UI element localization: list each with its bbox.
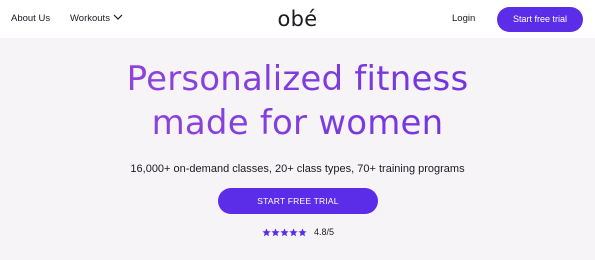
star-icon — [280, 228, 289, 236]
login-link[interactable]: Login — [452, 13, 475, 24]
star-icon — [262, 228, 271, 236]
star-icon — [298, 228, 307, 236]
start-free-trial-button[interactable]: Start free trial — [497, 7, 583, 32]
hero-title-line-1: Personalized fitness — [0, 57, 595, 101]
hero-start-free-trial-button[interactable]: START FREE TRIAL — [218, 188, 378, 214]
hero-subtitle: 16,000+ on-demand classes, 20+ class typ… — [130, 163, 465, 175]
rating-value: 4.8/5 — [314, 227, 335, 237]
star-icon — [289, 228, 298, 236]
rating: 4.8/5 — [262, 226, 334, 238]
star-icon — [271, 228, 280, 236]
top-nav: About Us Workouts obé Login Start free t… — [0, 0, 595, 38]
hero-title-line-2: made for women — [0, 101, 595, 145]
rating-stars — [262, 228, 307, 237]
